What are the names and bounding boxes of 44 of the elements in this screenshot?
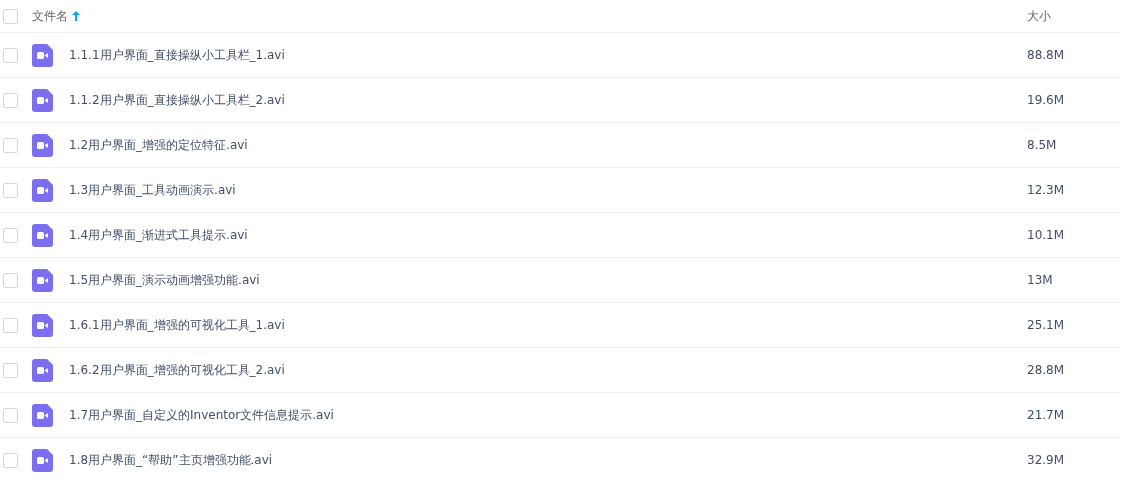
file-name[interactable]: 1.7用户界面_自定义的Inventor文件信息提示.avi (69, 406, 1027, 424)
file-name[interactable]: 1.8用户界面_“帮助”主页增强功能.avi (69, 451, 1027, 469)
file-size: 32.9M (1027, 453, 1066, 467)
arrow-up-icon (72, 11, 80, 21)
row-checkbox[interactable] (3, 272, 18, 288)
name-column-header[interactable]: 文件名 (32, 7, 68, 25)
row-checkbox[interactable] (3, 182, 18, 198)
file-size: 21.7M (1027, 408, 1066, 422)
video-file-icon (32, 43, 53, 67)
video-file-icon (32, 88, 53, 112)
video-file-icon (32, 268, 53, 292)
file-size: 8.5M (1027, 138, 1058, 152)
file-size: 19.6M (1027, 93, 1066, 107)
file-name[interactable]: 1.5用户界面_演示动画增强功能.avi (69, 271, 1027, 289)
file-size: 10.1M (1027, 228, 1066, 242)
row-checkbox[interactable] (3, 227, 18, 243)
file-name[interactable]: 1.2用户界面_增强的定位特征.avi (69, 136, 1027, 154)
select-all-checkbox[interactable] (3, 8, 18, 24)
video-file-icon (32, 178, 53, 202)
file-name[interactable]: 1.6.2用户界面_增强的可视化工具_2.avi (69, 361, 1027, 379)
video-file-icon (32, 358, 53, 382)
file-name[interactable]: 1.1.1用户界面_直接操纵小工具栏_1.avi (69, 46, 1027, 64)
file-name[interactable]: 1.3用户界面_工具动画演示.avi (69, 181, 1027, 199)
size-column-header[interactable]: 大小 (1027, 7, 1121, 25)
video-file-icon (32, 403, 53, 427)
file-size: 12.3M (1027, 183, 1066, 197)
row-checkbox[interactable] (3, 137, 18, 153)
file-size: 13M (1027, 273, 1054, 287)
row-checkbox[interactable] (3, 452, 18, 468)
file-name[interactable]: 1.4用户界面_渐进式工具提示.avi (69, 226, 1027, 244)
file-size: 25.1M (1027, 318, 1066, 332)
video-file-icon (32, 223, 53, 247)
row-checkbox[interactable] (3, 362, 18, 378)
file-name[interactable]: 1.1.2用户界面_直接操纵小工具栏_2.avi (69, 91, 1027, 109)
video-file-icon (32, 133, 53, 157)
row-checkbox[interactable] (3, 407, 18, 423)
file-size: 88.8M (1027, 48, 1066, 62)
file-name[interactable]: 1.6.1用户界面_增强的可视化工具_1.avi (69, 316, 1027, 334)
video-file-icon (32, 313, 53, 337)
file-size: 28.8M (1027, 363, 1066, 377)
row-checkbox[interactable] (3, 317, 18, 333)
video-file-icon (32, 448, 53, 472)
row-checkbox[interactable] (3, 92, 18, 108)
row-checkbox[interactable] (3, 47, 18, 63)
